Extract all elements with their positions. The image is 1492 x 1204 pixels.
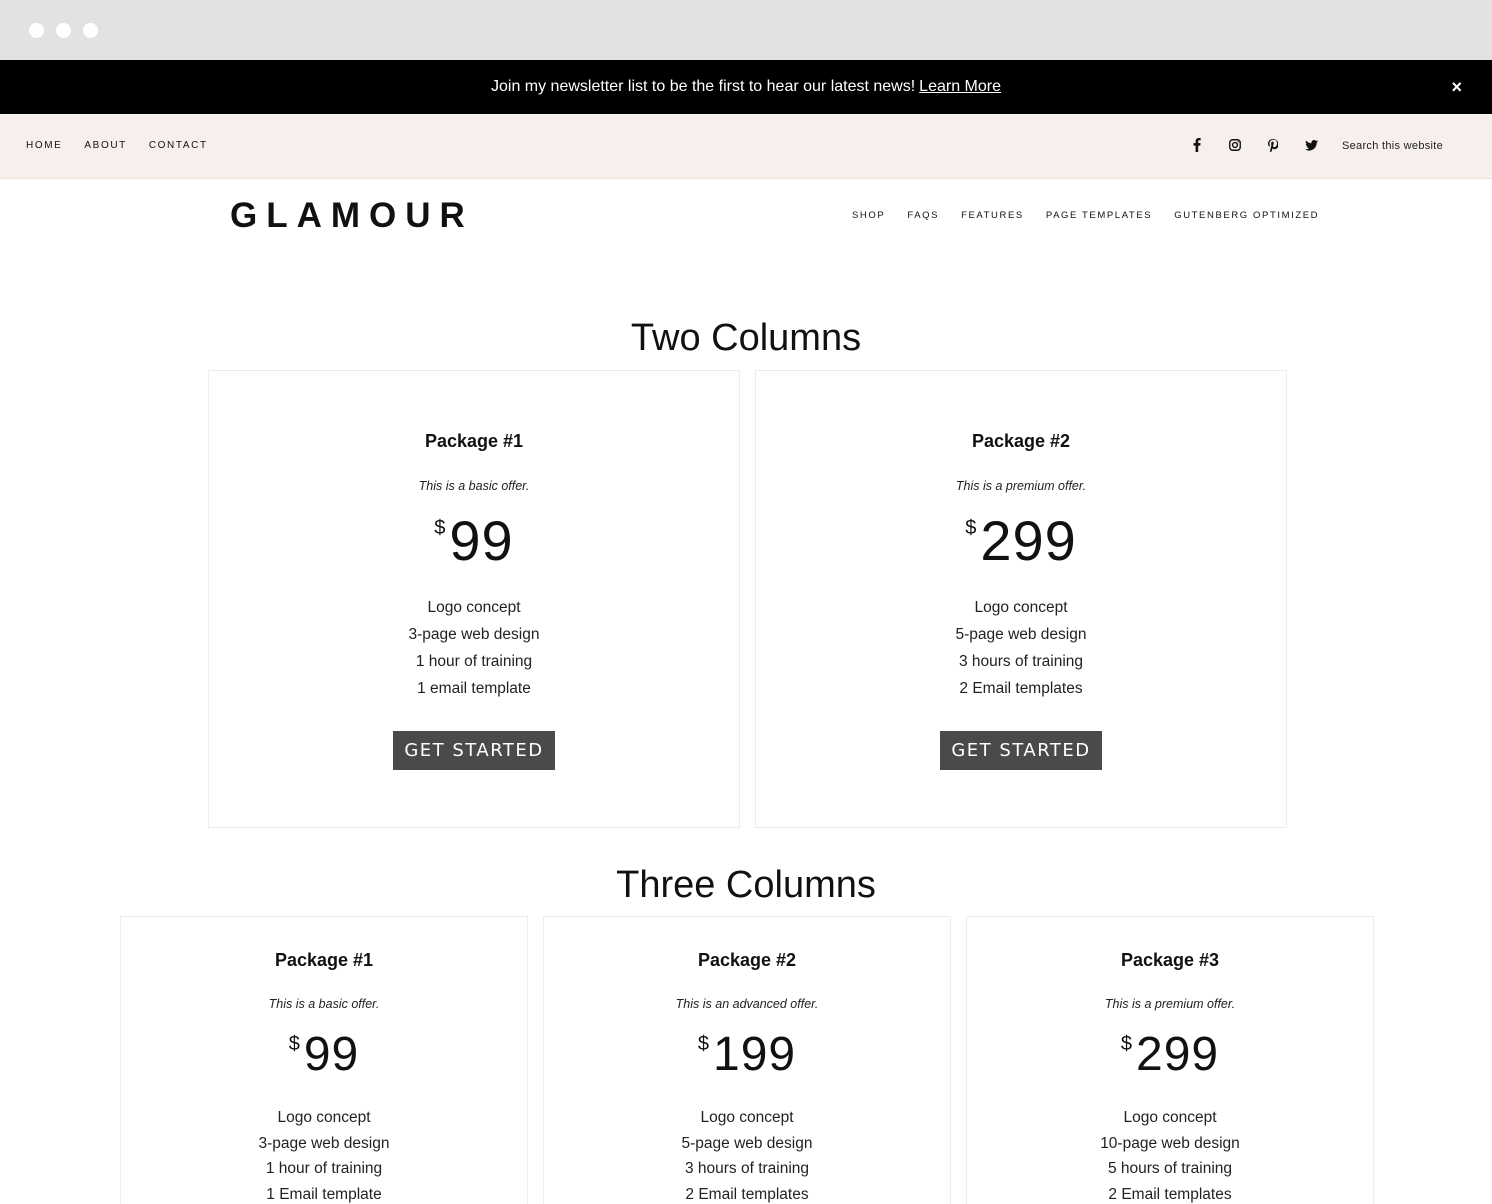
package-title: Package #1: [424, 431, 524, 451]
feature-list: Logo concept 3-page web design 1 hour of…: [121, 1105, 527, 1204]
feature-list: Logo concept 5-page web design 3 hours o…: [544, 1105, 950, 1204]
currency-symbol: $: [434, 517, 446, 539]
price-amount: 299: [1136, 1028, 1220, 1081]
site-logo[interactable]: GLAMOUR: [230, 196, 474, 236]
nav-item-gutenberg-optimized[interactable]: GUTENBERG OPTIMIZED: [1174, 210, 1319, 222]
feature-item: 10-page web design: [1100, 1134, 1240, 1152]
currency-symbol: $: [288, 1033, 300, 1055]
pricing-card: Package #1 This is a basic offer. $ 99 L…: [120, 916, 528, 1204]
package-price: $ 199: [544, 1027, 950, 1083]
feature-item: 3-page web design: [258, 1134, 390, 1152]
twitter-icon[interactable]: [1302, 136, 1320, 154]
price-amount: 99: [303, 1028, 360, 1081]
feature-item: 2 Email templates: [959, 680, 1083, 697]
feature-item: 2 Email templates: [685, 1186, 809, 1204]
nav-item-features[interactable]: FEATURES: [961, 210, 1024, 222]
feature-item: Logo concept: [277, 1109, 371, 1126]
feature-item: 5-page web design: [681, 1134, 813, 1152]
currency-symbol: $: [1120, 1033, 1133, 1055]
utility-bar: HOME ABOUT CONTACT: [0, 114, 1492, 179]
package-subtitle: This is a premium offer.: [955, 479, 1087, 493]
pricing-card: Package #2 This is a premium offer. $ 29…: [755, 370, 1287, 828]
currency-symbol: $: [965, 517, 977, 539]
facebook-icon[interactable]: [1188, 136, 1206, 154]
get-started-button[interactable]: GET STARTED: [393, 731, 555, 770]
learn-more-link[interactable]: Learn More: [919, 78, 1001, 95]
feature-list: Logo concept 3-page web design 1 hour of…: [209, 594, 739, 702]
feature-item: 1 hour of training: [265, 1160, 383, 1178]
feature-item: Logo concept: [974, 599, 1068, 616]
package-price: $ 299: [967, 1027, 1373, 1083]
package-title: Package #2: [971, 431, 1071, 451]
pricing-card: Package #2 This is an advanced offer. $ …: [543, 916, 951, 1204]
price-amount: 299: [980, 509, 1077, 572]
secondary-nav: HOME ABOUT CONTACT: [26, 140, 208, 152]
feature-item: 2 Email templates: [1108, 1186, 1232, 1204]
section-title-three-columns: Three Columns: [616, 864, 876, 906]
close-icon[interactable]: ×: [1451, 77, 1462, 97]
feature-item: 5-page web design: [955, 626, 1087, 643]
main-nav: SHOP FAQS FEATURES PAGE TEMPLATES GUTENB…: [852, 210, 1319, 222]
feature-item: 1 hour of training: [415, 653, 533, 670]
instagram-icon[interactable]: [1226, 136, 1244, 154]
nav-item-shop[interactable]: SHOP: [852, 210, 885, 222]
package-subtitle: This is a premium offer.: [1104, 997, 1236, 1011]
feature-item: 3 hours of training: [684, 1160, 810, 1178]
nav-item-page-templates[interactable]: PAGE TEMPLATES: [1046, 210, 1152, 222]
window-minimize-dot[interactable]: [56, 23, 71, 38]
feature-item: 3 hours of training: [958, 653, 1084, 670]
package-subtitle: This is a basic offer.: [268, 997, 380, 1011]
nav-item-contact[interactable]: CONTACT: [149, 140, 208, 152]
search-input[interactable]: [1342, 134, 1472, 158]
pricing-card: Package #3 This is a premium offer. $ 29…: [966, 916, 1374, 1204]
announcement-bar: Join my newsletter list to be the first …: [0, 60, 1492, 114]
social-links: [1188, 136, 1320, 154]
section-title-two-columns: Two Columns: [630, 317, 862, 359]
feature-item: Logo concept: [427, 599, 521, 616]
announcement-message: Join my newsletter list to be the first …: [0, 77, 1492, 97]
window-chrome: [0, 0, 1492, 60]
pricing-card: Package #1 This is a basic offer. $ 99 L…: [208, 370, 740, 828]
package-title: Package #1: [274, 950, 374, 970]
window-close-dot[interactable]: [29, 23, 44, 38]
price-amount: 199: [713, 1028, 797, 1081]
nav-item-about[interactable]: ABOUT: [84, 140, 126, 152]
package-subtitle: This is a basic offer.: [418, 479, 530, 493]
feature-item: 1 email template: [417, 680, 531, 697]
feature-item: 1 Email template: [266, 1186, 382, 1204]
announcement-text: Join my newsletter list to be the first …: [490, 78, 916, 95]
package-subtitle: This is an advanced offer.: [675, 997, 819, 1011]
feature-item: 3-page web design: [408, 626, 540, 643]
feature-item: Logo concept: [700, 1109, 794, 1126]
package-title: Package #2: [697, 950, 797, 970]
package-price: $ 299: [756, 511, 1286, 571]
feature-list: Logo concept 10-page web design 5 hours …: [967, 1105, 1373, 1204]
window-maximize-dot[interactable]: [83, 23, 98, 38]
package-price: $ 99: [121, 1027, 527, 1083]
pinterest-icon[interactable]: [1264, 136, 1282, 154]
feature-item: 5 hours of training: [1107, 1160, 1233, 1178]
get-started-button[interactable]: GET STARTED: [940, 731, 1102, 770]
currency-symbol: $: [697, 1033, 710, 1055]
nav-item-home[interactable]: HOME: [26, 140, 62, 152]
price-amount: 99: [449, 509, 514, 572]
package-price: $ 99: [209, 511, 739, 571]
feature-item: Logo concept: [1123, 1109, 1217, 1126]
nav-item-faqs[interactable]: FAQS: [907, 210, 939, 222]
package-title: Package #3: [1120, 950, 1220, 970]
feature-list: Logo concept 5-page web design 3 hours o…: [756, 594, 1286, 702]
